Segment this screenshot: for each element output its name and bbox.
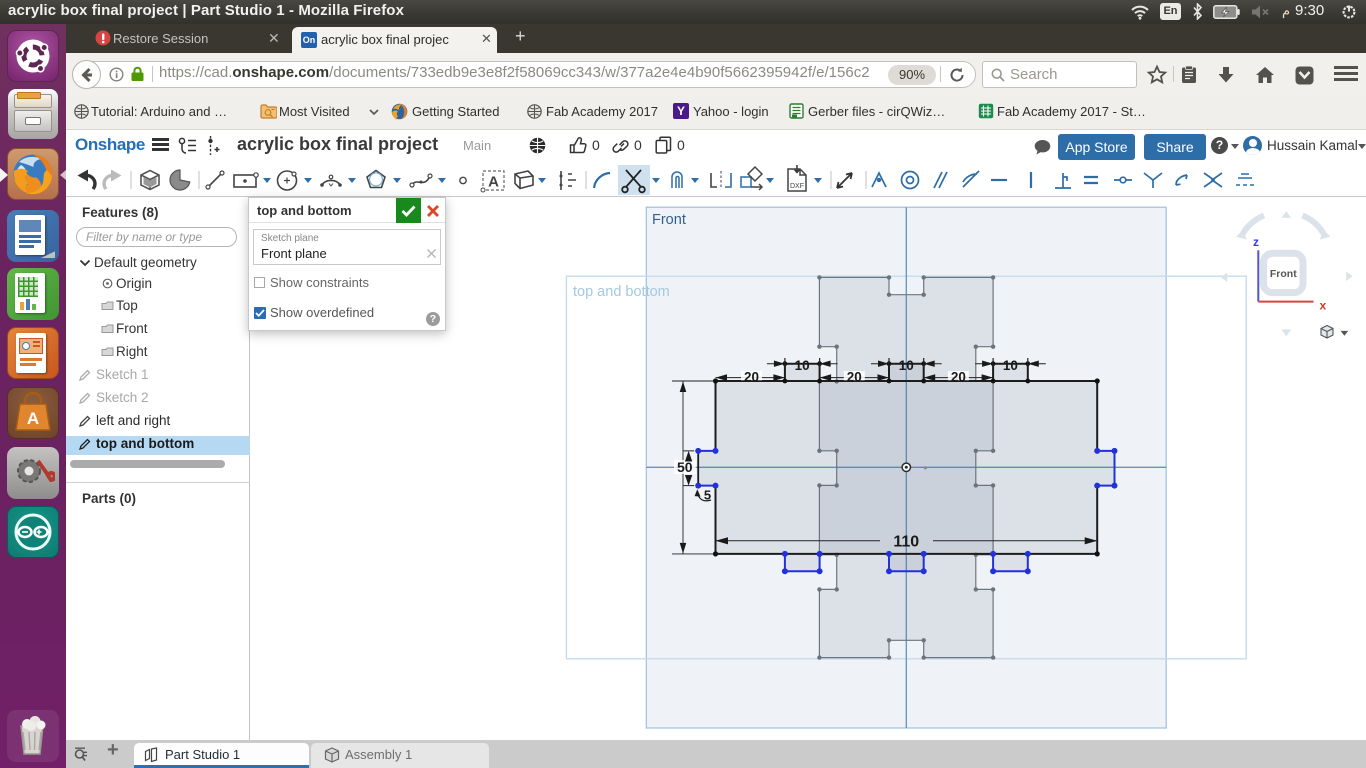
svg-text:Front: Front — [652, 212, 686, 228]
svg-text:A: A — [488, 174, 499, 191]
svg-text:20: 20 — [847, 370, 862, 385]
svg-text:A: A — [27, 409, 39, 428]
svg-text:DXF: DXF — [790, 183, 804, 190]
svg-text:z: z — [1253, 235, 1259, 249]
svg-text:top and bottom: top and bottom — [573, 284, 670, 300]
svg-text:50: 50 — [677, 459, 693, 475]
svg-text:x: x — [1320, 299, 1327, 313]
svg-text:10: 10 — [795, 358, 810, 373]
svg-text:10: 10 — [899, 358, 914, 373]
svg-text:20: 20 — [951, 370, 966, 385]
svg-text:110: 110 — [893, 533, 919, 550]
svg-text:Front: Front — [1270, 268, 1297, 280]
svg-text:20: 20 — [744, 370, 759, 385]
svg-text:10: 10 — [1003, 358, 1018, 373]
